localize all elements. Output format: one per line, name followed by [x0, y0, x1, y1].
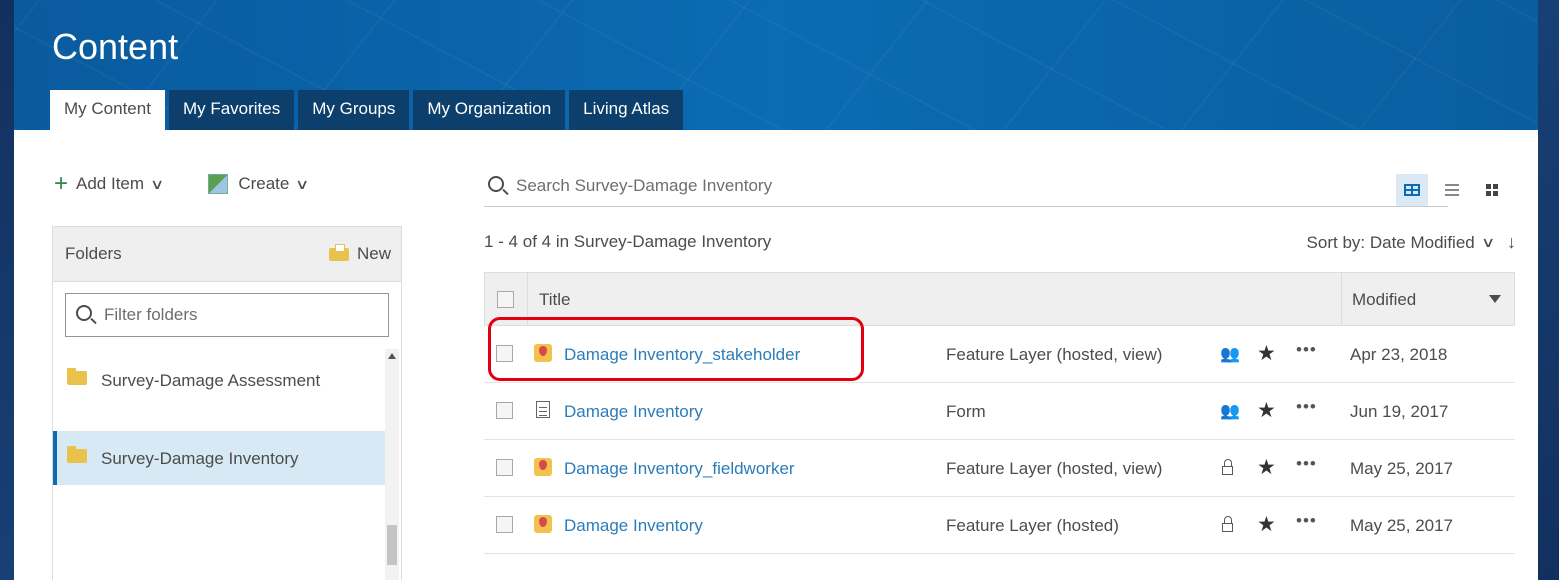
folder-list: Survey-Damage Assessment Survey-Damage I… [53, 349, 385, 485]
content-search-input[interactable]: Search Survey-Damage Inventory [484, 166, 1448, 207]
table-row[interactable]: Damage Inventory_fieldworker Feature Lay… [484, 440, 1515, 497]
favorite-star-icon[interactable]: ★ [1257, 341, 1276, 366]
search-icon [488, 176, 504, 192]
title-column-header[interactable]: Title [539, 290, 571, 310]
modified-column-header[interactable]: Modified [1341, 273, 1515, 325]
item-modified-date: Jun 19, 2017 [1350, 402, 1449, 421]
item-modified-date: May 25, 2017 [1350, 459, 1454, 478]
result-count: 1 - 4 of 4 in Survey-Damage Inventory [484, 232, 772, 251]
folder-icon [67, 368, 87, 385]
item-title-link[interactable]: Damage Inventory [564, 402, 703, 422]
table-row[interactable]: Damage Inventory Feature Layer (hosted) … [484, 497, 1515, 554]
select-all-cell [485, 273, 528, 325]
folders-title: Folders [65, 244, 122, 263]
page-title: Content [52, 26, 179, 67]
new-folder-button[interactable]: New [328, 243, 391, 264]
favorite-star-icon[interactable]: ★ [1257, 512, 1276, 537]
shared-icon: 👥 [1220, 346, 1240, 363]
folder-item-survey-damage-inventory[interactable]: Survey-Damage Inventory [53, 431, 385, 485]
folder-label: Survey-Damage Inventory [101, 449, 299, 468]
list-view-button[interactable] [1436, 174, 1468, 206]
feature-layer-icon [534, 515, 552, 533]
filter-folders-placeholder: Filter folders [104, 305, 198, 324]
add-item-button[interactable]: + Add Item ∨ [54, 170, 165, 197]
view-toggle [1396, 174, 1516, 206]
shared-icon: 👥 [1220, 403, 1240, 420]
form-icon [536, 401, 550, 418]
item-title-link[interactable]: Damage Inventory [564, 516, 703, 536]
table-header: Title Modified [484, 272, 1515, 326]
table-view-icon [1404, 184, 1420, 196]
table-row[interactable]: Damage Inventory Form 👥 ★ ••• Jun 19, 20… [484, 383, 1515, 440]
folder-icon [67, 446, 87, 463]
scroll-thumb[interactable] [387, 525, 397, 565]
sort-desc-icon [1489, 295, 1501, 303]
grid-view-button[interactable] [1476, 174, 1508, 206]
sort-control: Sort by: Date Modified ∨ ↓ [1307, 232, 1516, 253]
folders-header: Folders New [53, 227, 401, 282]
content-table: Title Modified Damage Inventory_stakehol… [484, 272, 1515, 554]
item-type: Feature Layer (hosted, view) [946, 459, 1163, 478]
new-folder-label: New [356, 244, 391, 263]
content-tabs: My Content My Favorites My Groups My Org… [50, 90, 687, 130]
chevron-down-icon: ∨ [295, 175, 310, 192]
folders-scrollbar[interactable] [385, 349, 399, 580]
more-options-icon[interactable]: ••• [1296, 340, 1317, 360]
table-row[interactable]: Damage Inventory_stakeholder Feature Lay… [484, 326, 1515, 383]
content-page: Content My Content My Favorites My Group… [14, 0, 1538, 580]
chevron-down-icon[interactable]: ∨ [1481, 234, 1495, 251]
tab-my-content[interactable]: My Content [50, 90, 165, 130]
feature-layer-icon [534, 458, 552, 476]
tab-my-groups[interactable]: My Groups [298, 90, 410, 130]
folder-item-survey-damage-assessment[interactable]: Survey-Damage Assessment [53, 349, 385, 431]
item-title-link[interactable]: Damage Inventory_stakeholder [564, 345, 800, 365]
folder-label: Survey-Damage Assessment [101, 371, 321, 390]
item-type: Form [946, 402, 986, 421]
feature-layer-icon [534, 344, 552, 362]
grid-view-icon [1486, 184, 1498, 196]
tab-living-atlas[interactable]: Living Atlas [569, 90, 684, 130]
item-type: Feature Layer (hosted) [946, 516, 1119, 535]
more-options-icon[interactable]: ••• [1296, 511, 1317, 531]
row-checkbox[interactable] [496, 402, 513, 419]
row-checkbox[interactable] [496, 345, 513, 362]
tab-my-favorites[interactable]: My Favorites [168, 90, 295, 130]
search-icon [76, 305, 92, 321]
lock-icon [1222, 516, 1233, 532]
create-button[interactable]: Create ∨ [208, 174, 310, 194]
item-modified-date: Apr 23, 2018 [1350, 345, 1448, 364]
item-modified-date: May 25, 2017 [1350, 516, 1454, 535]
plus-icon: + [54, 170, 69, 197]
modified-header-label: Modified [1352, 290, 1417, 309]
content-header: Content My Content My Favorites My Group… [14, 0, 1538, 130]
lock-icon [1222, 459, 1233, 475]
favorite-star-icon[interactable]: ★ [1257, 398, 1276, 423]
favorite-star-icon[interactable]: ★ [1257, 455, 1276, 480]
select-all-checkbox[interactable] [497, 291, 514, 308]
create-label: Create [238, 174, 290, 193]
new-folder-icon [328, 243, 349, 261]
sort-dropdown[interactable]: Sort by: Date Modified [1307, 233, 1475, 253]
add-item-label: Add Item [76, 174, 145, 193]
filter-folders-input[interactable]: Filter folders [65, 293, 389, 337]
table-view-button[interactable] [1396, 174, 1428, 206]
search-placeholder: Search Survey-Damage Inventory [516, 176, 773, 195]
row-checkbox[interactable] [496, 459, 513, 476]
list-view-icon [1445, 184, 1459, 196]
item-title-link[interactable]: Damage Inventory_fieldworker [564, 459, 795, 479]
more-options-icon[interactable]: ••• [1296, 454, 1317, 474]
folders-panel: Folders New Filter folders Survey-Damage… [52, 226, 402, 580]
more-options-icon[interactable]: ••• [1296, 397, 1317, 417]
sort-direction-icon[interactable]: ↓ [1507, 232, 1516, 253]
scroll-up-arrow-icon[interactable] [388, 353, 396, 359]
create-icon [208, 174, 229, 194]
row-checkbox[interactable] [496, 516, 513, 533]
item-type: Feature Layer (hosted, view) [946, 345, 1163, 364]
content-toolbar: + Add Item ∨ Create ∨ [54, 172, 354, 196]
tab-my-organization[interactable]: My Organization [413, 90, 566, 130]
chevron-down-icon: ∨ [150, 175, 165, 192]
